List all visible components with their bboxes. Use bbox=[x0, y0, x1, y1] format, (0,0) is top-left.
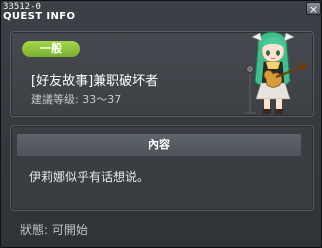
quest-name: [好友故事]兼职破坏者 bbox=[31, 74, 159, 89]
close-button[interactable]: × bbox=[306, 2, 321, 16]
quest-info-window: 33512-0 QUEST INFO × 一般 [好友故事]兼职破坏者 建議等级… bbox=[0, 0, 322, 248]
quest-recommended-level: 建議等级: 33～37 bbox=[31, 93, 122, 106]
quest-status: 狀態: 可開始 bbox=[20, 223, 88, 237]
content-header: 內容 bbox=[17, 134, 301, 156]
window-title: QUEST INFO bbox=[3, 11, 76, 22]
quest-description: 伊莉娜似乎有话想说。 bbox=[29, 170, 150, 184]
quest-category-badge: 一般 bbox=[22, 41, 80, 57]
npc-portrait-icon bbox=[244, 31, 308, 114]
